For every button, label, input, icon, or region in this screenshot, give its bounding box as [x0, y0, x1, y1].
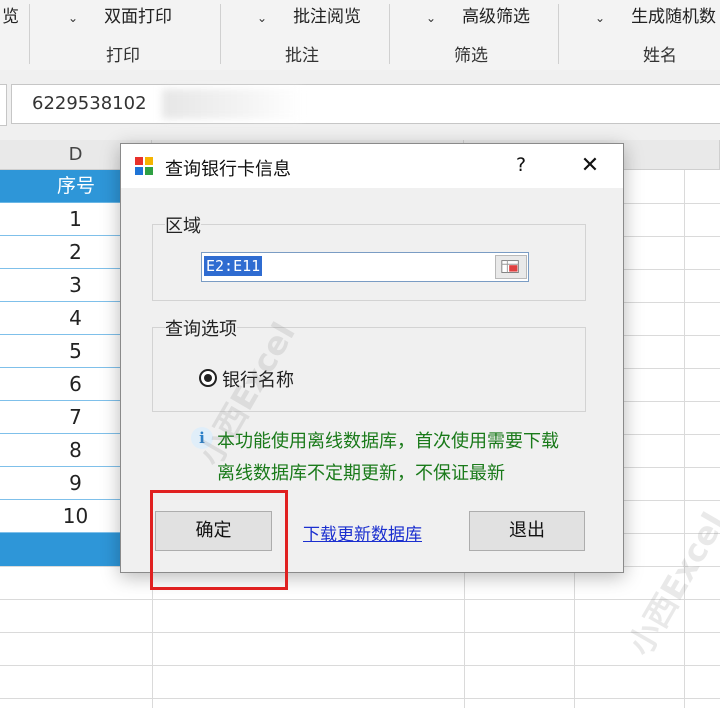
bank-name-radio[interactable] — [199, 369, 217, 387]
ribbon-group-label-name: 姓名 — [643, 46, 677, 66]
exit-button[interactable]: 退出 — [469, 511, 585, 551]
grid-line — [0, 665, 720, 666]
ribbon-group-filter: ⌄ 高级筛选 筛选 — [390, 0, 558, 70]
name-box[interactable] — [0, 84, 7, 126]
chevron-down-icon: ⌄ — [68, 11, 79, 25]
grid-line — [684, 170, 685, 708]
info-text-line-2: 离线数据库不定期更新，不保证最新 — [217, 463, 505, 484]
ribbon-group-label-filter: 筛选 — [454, 46, 488, 66]
options-legend: 查询选项 — [165, 315, 237, 341]
dialog-title-bar[interactable]: 查询银行卡信息 ? ✕ — [121, 144, 623, 188]
info-text-line-1: 本功能使用离线数据库，首次使用需要下载 — [217, 431, 559, 452]
ribbon-partial-command[interactable]: 览 — [2, 2, 19, 27]
chevron-down-icon: ⌄ — [426, 11, 437, 25]
ribbon-group-comment: ⌄ 批注阅览 批注 — [221, 0, 389, 70]
ribbon-group-partial: 览 — [0, 0, 28, 70]
chevron-down-icon: ⌄ — [595, 11, 606, 25]
comment-view-button[interactable]: ⌄ 批注阅览 — [257, 2, 361, 27]
advanced-filter-button[interactable]: ⌄ 高级筛选 — [426, 2, 530, 27]
range-picker-button[interactable] — [495, 255, 527, 279]
app-icon — [135, 157, 153, 175]
ribbon-group-print: ⌄ 双面打印 打印 — [30, 0, 220, 70]
formula-redaction-blur — [162, 89, 302, 119]
chevron-down-icon: ⌄ — [257, 11, 268, 25]
dialog-title: 查询银行卡信息 — [165, 159, 291, 180]
range-select-icon — [501, 260, 519, 273]
range-legend: 区域 — [165, 212, 201, 238]
close-button[interactable]: ✕ — [575, 152, 605, 180]
ribbon-group-label-print: 打印 — [106, 46, 140, 66]
grid-line — [0, 698, 720, 699]
duplex-print-button[interactable]: ⌄ 双面打印 — [68, 2, 172, 27]
range-input[interactable]: E2:E11 — [201, 252, 529, 282]
help-button[interactable]: ? — [509, 154, 533, 176]
highlight-box — [150, 490, 288, 590]
formula-input[interactable]: 6229538102 — [11, 84, 720, 124]
formula-value: 6229538102 — [32, 93, 147, 114]
grid-line — [0, 599, 720, 600]
grid-line — [0, 632, 720, 633]
download-database-link[interactable]: 下载更新数据库 — [303, 520, 422, 545]
ribbon: 览 ⌄ 双面打印 打印 ⌄ 批注阅览 批注 ⌄ 高级筛选 筛选 ⌄ 生成随机数 姓名 — [0, 0, 720, 71]
range-value: E2:E11 — [204, 256, 263, 276]
generate-random-button[interactable]: ⌄ 生成随机数 — [595, 2, 716, 27]
ribbon-group-label-comment: 批注 — [285, 46, 319, 66]
ribbon-group-name: ⌄ 生成随机数 姓名 — [559, 0, 720, 70]
